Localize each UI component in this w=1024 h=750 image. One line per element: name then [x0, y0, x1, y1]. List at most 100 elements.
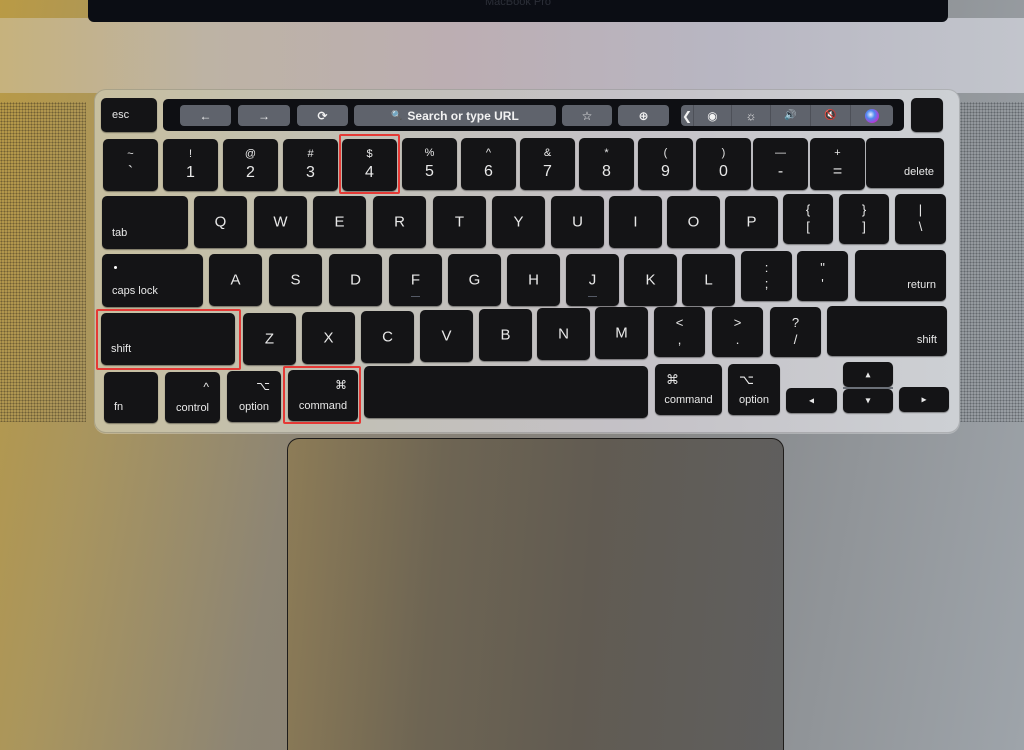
key-letter[interactable]: S — [269, 254, 322, 306]
key-row1-6[interactable]: ^ 6 — [461, 138, 516, 190]
key-label: Z — [264, 330, 275, 348]
key-row1-11[interactable]: — - — [753, 138, 808, 190]
key-letter[interactable]: Z — [243, 313, 296, 365]
key-letter[interactable]: C — [361, 311, 414, 363]
key-row1-9[interactable]: ( 9 — [638, 138, 693, 190]
key-esc[interactable]: esc — [101, 98, 157, 132]
key-row1-7[interactable]: & 7 — [520, 138, 575, 190]
key-arrow-left[interactable]: ◂ — [786, 388, 837, 413]
key-shift-right[interactable]: shift — [827, 306, 947, 356]
key-option-left[interactable]: ⌥ option — [227, 371, 281, 422]
key-row1-1[interactable]: ! 1 — [163, 139, 218, 191]
key-label: 0 — [719, 163, 728, 180]
touchbar-reload-button[interactable]: ⟳ — [297, 105, 348, 126]
key-row1-2[interactable]: @ 2 — [223, 139, 278, 191]
key-tab[interactable]: tab — [102, 196, 188, 249]
key-shift-left[interactable]: shift — [101, 313, 235, 365]
key-symbol[interactable]: > . — [712, 307, 763, 357]
key-space[interactable] — [364, 366, 648, 418]
key-letter[interactable]: Q — [194, 196, 247, 248]
display-bezel: MacBook Pro — [88, 0, 948, 22]
key-symbol[interactable]: < , — [654, 307, 705, 357]
option-symbol: ⌥ — [739, 372, 754, 387]
key-letter[interactable]: V — [420, 310, 473, 362]
key-letter[interactable]: T — [433, 196, 486, 248]
key-letter[interactable]: A — [209, 254, 262, 306]
key-letter[interactable]: I — [609, 196, 662, 248]
key-letter[interactable]: H — [507, 254, 560, 306]
key-letter[interactable]: E — [313, 196, 366, 248]
volume-icon: 🔊 — [784, 110, 797, 121]
key-letter[interactable]: N — [537, 308, 590, 360]
key-letter[interactable]: D — [329, 254, 382, 306]
touchbar-search-field[interactable]: 🔍 Search or type URL — [354, 105, 556, 126]
touchbar-back-button[interactable]: ← — [180, 105, 231, 126]
touchbar-control-strip: ❮ ◉ ☼ 🔊 🔇 — [681, 105, 893, 126]
key-command-left[interactable]: ⌘ command — [288, 370, 358, 421]
command-symbol: ⌘ — [666, 372, 679, 387]
key-letter[interactable]: R — [373, 196, 426, 248]
key-arrow-up[interactable]: ▴ — [843, 362, 893, 387]
key-letter[interactable]: X — [302, 312, 355, 364]
key-row1-0[interactable]: ~ ` — [103, 139, 158, 191]
key-row1-12[interactable]: + = — [810, 138, 865, 190]
key-arrow-right[interactable]: ▸ — [899, 387, 949, 412]
brightness-icon: ☼ — [745, 108, 757, 123]
key-row1-10[interactable]: ) 0 — [696, 138, 751, 190]
key-letter[interactable]: W — [254, 196, 307, 248]
touch-bar: ← → ⟳ 🔍 Search or type URL ☆ ⊕ ❮ ◉ ☼ 🔊 🔇 — [163, 99, 904, 131]
siri-icon — [865, 108, 879, 123]
key-fn[interactable]: fn — [104, 372, 158, 423]
key-letter[interactable]: F — [389, 254, 442, 306]
key-symbol[interactable]: " ' — [797, 251, 848, 301]
key-letter[interactable]: K — [624, 254, 677, 306]
key-symbol[interactable]: { [ — [783, 194, 833, 244]
touchbar-brightness-button[interactable]: ☼ — [731, 105, 770, 126]
arrow-left-icon: ◂ — [808, 395, 815, 406]
arrow-right-icon: → — [258, 108, 270, 123]
key-row1-3[interactable]: # 3 — [283, 139, 338, 191]
key-symbol[interactable]: } ] — [839, 194, 889, 244]
key-symbol[interactable]: ? / — [770, 307, 821, 357]
key-arrow-down[interactable]: ▾ — [843, 389, 893, 413]
key-control[interactable]: ^ control — [165, 372, 220, 423]
key-letter[interactable]: Y — [492, 196, 545, 248]
key-letter[interactable]: G — [448, 254, 501, 306]
key-letter[interactable]: L — [682, 254, 735, 306]
key-letter[interactable]: M — [595, 307, 648, 359]
key-label: 8 — [602, 163, 611, 180]
touchbar-forward-button[interactable]: → — [238, 105, 290, 126]
key-symbol[interactable]: | \ — [895, 194, 946, 244]
key-option-right[interactable]: ⌥ option — [728, 364, 780, 415]
touchbar-new-tab-button[interactable]: ⊕ — [618, 105, 669, 126]
key-delete[interactable]: delete — [866, 138, 944, 188]
key-symbol[interactable]: : ; — [741, 251, 792, 301]
key-letter[interactable]: U — [551, 196, 604, 248]
touchbar-bookmark-button[interactable]: ☆ — [562, 105, 612, 126]
touchbar-screenshot-button[interactable]: ◉ — [693, 105, 731, 126]
key-label: C — [382, 328, 393, 346]
trackpad[interactable] — [287, 438, 784, 750]
key-label: Q — [214, 213, 227, 231]
key-row1-5[interactable]: % 5 — [402, 138, 457, 190]
key-command-right[interactable]: ⌘ command — [655, 364, 722, 415]
key-label: D — [350, 271, 361, 289]
key-letter[interactable]: J — [566, 254, 619, 306]
touchbar-expand-button[interactable]: ❮ — [681, 105, 693, 126]
touchbar-volume-button[interactable]: 🔊 — [770, 105, 810, 126]
key-shift-symbol: # — [307, 148, 314, 160]
key-row1-8[interactable]: * 8 — [579, 138, 634, 190]
key-letter[interactable]: O — [667, 196, 720, 248]
key-return[interactable]: return — [855, 250, 946, 301]
key-row1-4[interactable]: $ 4 — [342, 139, 397, 191]
touchbar-siri-button[interactable] — [850, 105, 893, 126]
touchbar-mute-button[interactable]: 🔇 — [810, 105, 850, 126]
key-label: 2 — [246, 164, 255, 181]
key-label: - — [777, 163, 784, 180]
key-letter[interactable]: P — [725, 196, 778, 248]
touch-id-power-button[interactable] — [911, 98, 943, 132]
key-letter[interactable]: B — [479, 309, 532, 361]
caps-lock-indicator — [114, 266, 117, 269]
key-label: 7 — [543, 163, 552, 180]
key-caps-lock[interactable]: caps lock — [102, 254, 203, 307]
